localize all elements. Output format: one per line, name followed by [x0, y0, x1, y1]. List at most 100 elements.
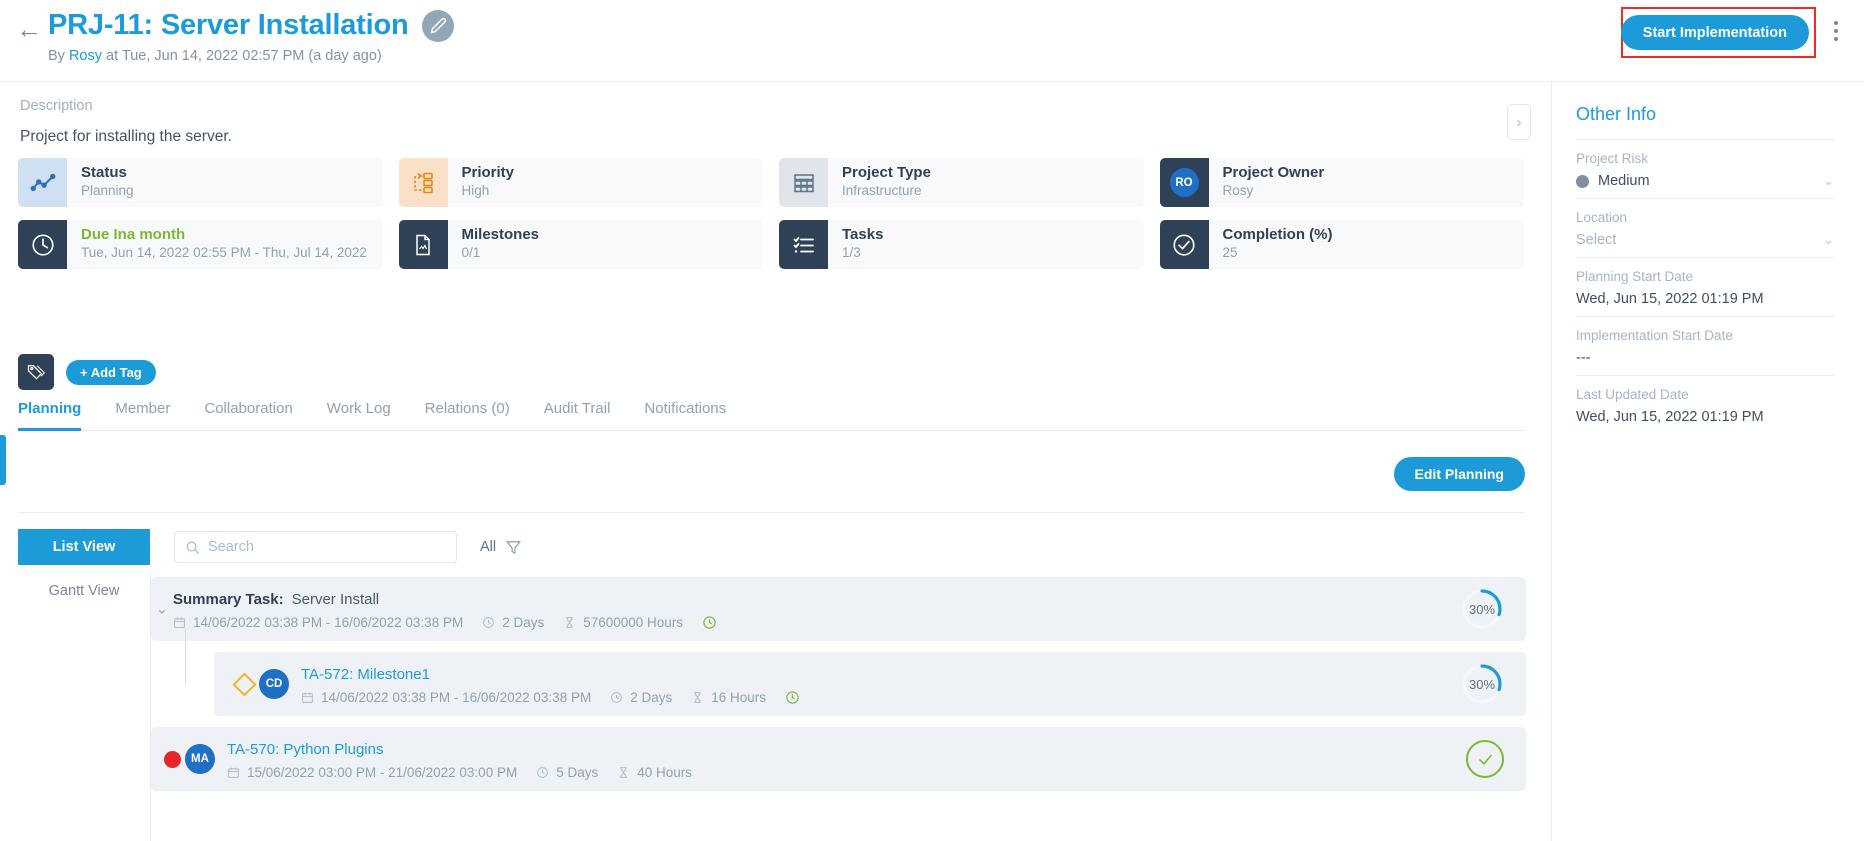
- field-value: Select: [1576, 232, 1617, 248]
- task-link[interactable]: TA-570: Python Plugins: [227, 739, 383, 760]
- progress-value: 30%: [1468, 676, 1496, 692]
- task-hours: 40 Hours: [637, 764, 693, 780]
- card-priority[interactable]: Priority High: [398, 158, 763, 207]
- field-value-row[interactable]: Medium ⌄: [1576, 173, 1834, 189]
- kebab-dot: [1834, 37, 1838, 41]
- tab-relations[interactable]: Relations (0): [425, 400, 510, 431]
- chevron-right-icon[interactable]: ›: [1507, 104, 1531, 140]
- tab-collaboration[interactable]: Collaboration: [204, 400, 292, 431]
- info-card-row: Status Planning Priority High Project Ty…: [18, 158, 1524, 207]
- card-text: Completion (%) 25: [1209, 220, 1333, 269]
- green-clock-icon[interactable]: [785, 690, 800, 705]
- other-info-panel: Other Info Project Risk Medium ⌄ Locatio…: [1551, 82, 1864, 841]
- start-implementation-button[interactable]: Start Implementation: [1620, 15, 1809, 50]
- card-text: Tasks 1/3: [828, 220, 883, 269]
- task-dates: 15/06/2022 03:00 PM - 21/06/2022 03:00 P…: [247, 764, 518, 780]
- task-title-line: TA-572: Milestone1: [301, 664, 800, 685]
- owner-initials: RO: [1169, 168, 1199, 197]
- tag-row: + Add Tag: [18, 354, 156, 390]
- clock-icon: [18, 220, 67, 269]
- task-meta-line: 14/06/2022 03:38 PM - 16/06/2022 03:38 P…: [301, 690, 800, 705]
- calendar-icon: [174, 617, 185, 628]
- search-box[interactable]: [174, 531, 457, 563]
- avatar[interactable]: MA: [185, 744, 215, 774]
- field-label: Planning Start Date: [1576, 269, 1694, 284]
- task-markers: CD: [214, 669, 289, 699]
- card-completion[interactable]: Completion (%) 25: [1159, 220, 1524, 269]
- pencil-icon[interactable]: [422, 9, 455, 42]
- other-info-title: Other Info: [1576, 104, 1657, 124]
- field-value: ---: [1576, 350, 1591, 366]
- search-input[interactable]: [208, 539, 446, 555]
- calendar-icon: [302, 692, 313, 703]
- hourglass-icon: [694, 691, 701, 703]
- task-dates: 14/06/2022 03:38 PM - 16/06/2022 03:38 P…: [321, 689, 592, 705]
- field-value: Wed, Jun 15, 2022 01:19 PM: [1576, 409, 1764, 425]
- title-row: PRJ-11: Server Installation: [48, 9, 455, 42]
- task-hours: 57600000 Hours: [583, 614, 684, 630]
- card-text: Milestones 0/1: [448, 220, 540, 269]
- gantt-view-button[interactable]: Gantt View: [18, 574, 150, 608]
- card-key: Priority: [461, 164, 515, 181]
- card-value: Infrastructure: [842, 183, 922, 198]
- tab-planning[interactable]: Planning: [18, 400, 82, 431]
- card-project-owner[interactable]: RO Project Owner Rosy: [1159, 158, 1524, 207]
- byline-author[interactable]: Rosy: [69, 48, 102, 64]
- field-location: Location Select ⌄: [1576, 198, 1834, 257]
- card-value: Rosy: [1222, 183, 1254, 198]
- green-clock-icon[interactable]: [702, 615, 717, 630]
- tab-bar: Planning Member Collaboration Work Log R…: [18, 400, 1524, 431]
- field-value-row[interactable]: Select ⌄: [1576, 232, 1834, 248]
- tab-member[interactable]: Member: [115, 400, 170, 431]
- clock-icon: [611, 691, 623, 703]
- card-key: Tasks: [842, 226, 884, 243]
- card-tasks[interactable]: Tasks 1/3: [779, 220, 1144, 269]
- task-days: 5 Days: [556, 764, 599, 780]
- task-meta-line: 15/06/2022 03:00 PM - 21/06/2022 03:00 P…: [227, 765, 692, 780]
- task-hours: 16 Hours: [711, 689, 767, 705]
- field-label: Implementation Start Date: [1576, 328, 1733, 343]
- table-row[interactable]: ⌄ Summary Task: Server Install 14/06/202…: [151, 577, 1526, 641]
- planning-toolbar: List View All: [18, 529, 522, 565]
- add-tag-button[interactable]: + Add Tag: [66, 359, 156, 385]
- layers-grid-icon: [779, 158, 828, 207]
- byline: By Rosy at Tue, Jun 14, 2022 02:57 PM (a…: [48, 48, 382, 64]
- card-value: 1/3: [842, 245, 861, 260]
- field-value-row: Wed, Jun 15, 2022 01:19 PM: [1576, 409, 1834, 425]
- card-status[interactable]: Status Planning: [18, 158, 383, 207]
- task-link[interactable]: TA-572: Milestone1: [301, 664, 430, 685]
- card-text: Project Owner Rosy: [1209, 158, 1325, 207]
- clock-icon: [537, 766, 549, 778]
- card-value: Planning: [81, 183, 134, 198]
- progress-ring: 30%: [1460, 587, 1504, 631]
- kebab-menu-icon[interactable]: [1830, 17, 1842, 45]
- chevron-down-icon[interactable]: ⌄: [1823, 173, 1834, 189]
- tab-audit-trail[interactable]: Audit Trail: [544, 400, 611, 431]
- field-project-risk: Project Risk Medium ⌄: [1576, 139, 1834, 198]
- card-project-type[interactable]: Project Type Infrastructure: [779, 158, 1144, 207]
- info-card-row: Due Ina month Tue, Jun 14, 2022 02:55 PM…: [18, 220, 1524, 269]
- list-view-button[interactable]: List View: [18, 529, 150, 565]
- priority-flow-icon: [398, 158, 448, 207]
- chevron-down-icon[interactable]: ⌄: [156, 601, 168, 618]
- card-milestones[interactable]: Milestones 0/1: [398, 220, 763, 269]
- filter-control[interactable]: All: [480, 539, 522, 556]
- summary-task-label: Summary Task:: [173, 590, 284, 608]
- task-content: Summary Task: Server Install 14/06/2022 …: [151, 589, 717, 630]
- card-text: Status Planning: [67, 158, 134, 207]
- chevron-down-icon[interactable]: ⌄: [1823, 232, 1834, 248]
- edit-planning-button[interactable]: Edit Planning: [1393, 457, 1525, 491]
- avatar[interactable]: CD: [259, 669, 289, 699]
- filter-label: All: [480, 539, 497, 555]
- tab-notifications[interactable]: Notifications: [644, 400, 726, 431]
- table-row[interactable]: MA TA-570: Python Plugins 15/06/2022 03:…: [151, 727, 1526, 791]
- tab-work-log[interactable]: Work Log: [327, 400, 391, 431]
- card-due-date[interactable]: Due Ina month Tue, Jun 14, 2022 02:55 PM…: [18, 220, 383, 269]
- main-column: Description Project for installing the s…: [0, 82, 1551, 841]
- field-planning-start-date: Planning Start Date Wed, Jun 15, 2022 01…: [1576, 257, 1834, 316]
- chart-line-icon: [18, 158, 67, 207]
- byline-prefix: By: [48, 48, 65, 64]
- back-arrow-icon[interactable]: ←: [16, 16, 42, 42]
- table-row[interactable]: CD TA-572: Milestone1 14/06/2022 03:38 P…: [185, 628, 1526, 716]
- diamond-milestone-icon: [232, 671, 257, 697]
